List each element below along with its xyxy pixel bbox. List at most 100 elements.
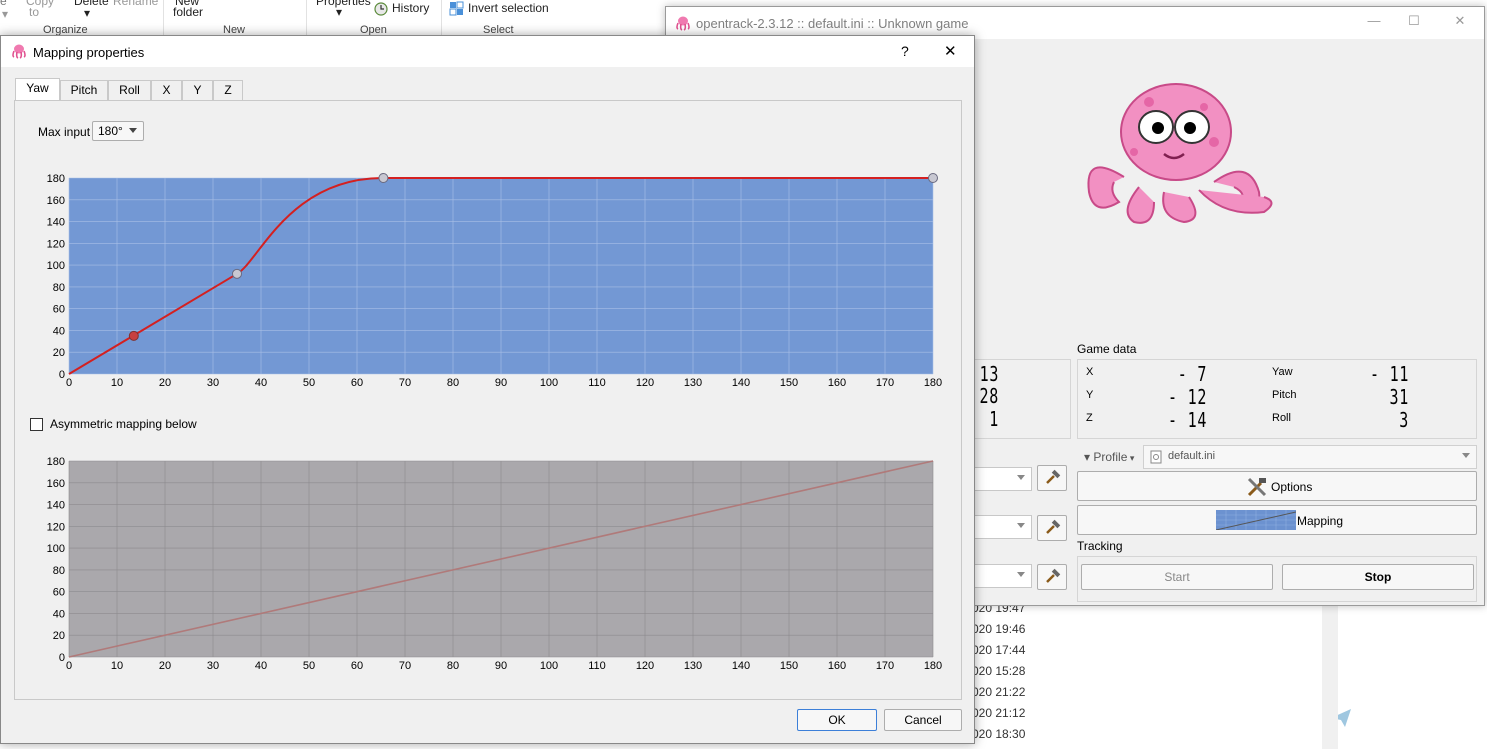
options-button[interactable]: Options bbox=[1077, 471, 1477, 501]
chevron-down-icon: ▾ bbox=[336, 5, 343, 19]
ini-file-icon bbox=[1150, 450, 1162, 464]
tab-x[interactable]: X bbox=[151, 80, 182, 100]
chevron-down-icon bbox=[1462, 453, 1470, 458]
octopus-app-icon bbox=[12, 44, 26, 59]
y-tick-label: 20 bbox=[53, 630, 65, 642]
protocol-combo[interactable] bbox=[974, 564, 1032, 588]
x-tick-label: 90 bbox=[495, 377, 507, 389]
history-button[interactable]: History bbox=[392, 1, 429, 15]
control-point bbox=[378, 173, 389, 183]
x-tick-label: 10 bbox=[111, 377, 123, 389]
properties-button[interactable]: Properties bbox=[316, 0, 371, 8]
explorer-scrollbar[interactable] bbox=[1322, 600, 1338, 749]
asymmetric-mapping-chart[interactable]: 0 10 20 30 40 50 60 70 80 90 100 110 120 130 140 150 160… bbox=[31, 444, 951, 684]
x-tick-label: 40 bbox=[255, 660, 267, 672]
new-folder-button-line2[interactable]: folder bbox=[173, 5, 203, 19]
dialog-titlebar: Mapping properties ? ✕ bbox=[1, 36, 974, 67]
delete-button[interactable]: Delete bbox=[74, 0, 109, 8]
x-tick-label: 50 bbox=[303, 660, 315, 672]
game-data-label-x: X bbox=[1086, 366, 1094, 378]
x-tick-label: 20 bbox=[159, 377, 171, 389]
cancel-button[interactable]: Cancel bbox=[884, 709, 962, 731]
copy-to-button-line2[interactable]: to bbox=[29, 5, 39, 19]
x-tick-label: 150 bbox=[780, 377, 798, 389]
x-tick-label: 160 bbox=[828, 377, 846, 389]
game-data-value-x: - 7 bbox=[1177, 362, 1207, 386]
ok-button[interactable]: OK bbox=[797, 709, 877, 731]
chevron-down-icon: ▾ bbox=[1127, 453, 1135, 463]
rename-button[interactable]: Rename bbox=[113, 0, 158, 8]
profile-label: Profile bbox=[1093, 450, 1128, 464]
chevron-down-icon bbox=[1017, 475, 1025, 480]
tracker-settings-button[interactable] bbox=[1037, 465, 1067, 491]
y-tick-label: 120 bbox=[47, 521, 65, 533]
list-item-date: 020 17:44 bbox=[972, 643, 1026, 657]
y-tick-label: 0 bbox=[59, 652, 65, 664]
x-tick-label: 140 bbox=[732, 377, 750, 389]
list-item-date: 020 19:46 bbox=[972, 622, 1026, 636]
list-item-date: 020 15:28 bbox=[972, 664, 1026, 678]
x-tick-label: 100 bbox=[540, 377, 558, 389]
window-title: opentrack-2.3.12 :: default.ini :: Unkno… bbox=[696, 16, 969, 31]
asymmetric-mapping-label: Asymmetric mapping below bbox=[50, 417, 197, 431]
game-data-title: Game data bbox=[1077, 342, 1137, 356]
y-tick-label: 60 bbox=[53, 587, 65, 599]
x-tick-label: 50 bbox=[303, 377, 315, 389]
live-position-point bbox=[128, 330, 139, 341]
close-button[interactable]: ✕ bbox=[944, 42, 957, 60]
chevron-down-icon bbox=[129, 128, 137, 133]
tab-roll[interactable]: Roll bbox=[108, 80, 151, 100]
max-input-value: 180° bbox=[98, 124, 123, 138]
explorer-ribbon: e ▾ Copy to Delete Rename ▾ New folder P… bbox=[0, 0, 665, 39]
profile-combo[interactable]: default.ini bbox=[1143, 445, 1477, 469]
maximize-button[interactable]: ☐ bbox=[1394, 13, 1434, 29]
x-tick-label: 70 bbox=[399, 660, 411, 672]
y-tick-label: 180 bbox=[47, 456, 65, 468]
asymmetric-mapping-checkbox[interactable] bbox=[30, 418, 43, 431]
filter-combo[interactable] bbox=[974, 515, 1032, 539]
max-input-combo[interactable]: 180° bbox=[92, 121, 144, 141]
game-data-value-yaw: - 11 bbox=[1369, 362, 1409, 386]
x-tick-label: 90 bbox=[495, 660, 507, 672]
start-button[interactable]: Start bbox=[1081, 564, 1273, 590]
list-item-date: 020 21:22 bbox=[972, 685, 1026, 699]
tab-z[interactable]: Z bbox=[213, 80, 243, 100]
tracker-combo[interactable] bbox=[974, 467, 1032, 491]
ribbon-separator bbox=[441, 0, 442, 38]
options-label: Options bbox=[1271, 480, 1313, 494]
tab-pitch[interactable]: Pitch bbox=[60, 80, 108, 100]
x-tick-label: 70 bbox=[399, 377, 411, 389]
x-tick-label: 150 bbox=[780, 660, 798, 672]
mapping-label: Mapping bbox=[1297, 514, 1344, 528]
y-tick-label: 0 bbox=[59, 369, 65, 381]
close-button[interactable]: ✕ bbox=[1440, 13, 1480, 29]
profile-value: default.ini bbox=[1168, 450, 1216, 462]
y-tick-label: 100 bbox=[47, 260, 65, 272]
mapping-button[interactable]: Mapping bbox=[1077, 505, 1477, 535]
game-data-value-y: - 12 bbox=[1167, 385, 1207, 409]
y-tick-label: 40 bbox=[53, 608, 65, 620]
protocol-settings-button[interactable] bbox=[1037, 564, 1067, 590]
game-data-value-z: - 14 bbox=[1167, 408, 1207, 432]
game-data-label-yaw: Yaw bbox=[1272, 366, 1293, 378]
invert-selection-button[interactable]: Invert selection bbox=[468, 1, 549, 15]
x-tick-label: 110 bbox=[588, 660, 606, 672]
octopus-app-icon bbox=[676, 16, 690, 31]
tab-yaw[interactable]: Yaw bbox=[15, 78, 60, 101]
ribbon-separator bbox=[306, 0, 307, 38]
stop-button[interactable]: Stop bbox=[1282, 564, 1474, 590]
hammer-icon bbox=[1046, 469, 1061, 484]
tab-y[interactable]: Y bbox=[182, 80, 213, 100]
yaw-mapping-chart[interactable]: 0 10 20 30 40 50 60 70 80 90 100 110 120 130 140 150 160… bbox=[31, 161, 951, 401]
octopus-logo-icon bbox=[1087, 83, 1273, 224]
invert-selection-icon bbox=[449, 1, 464, 16]
profile-menu-button[interactable]: ▾ Profile ▾ bbox=[1084, 450, 1134, 464]
help-button[interactable]: ? bbox=[901, 43, 909, 59]
x-tick-label: 100 bbox=[540, 660, 558, 672]
chevron-down-icon: ▾ bbox=[1084, 450, 1094, 464]
x-tick-label: 20 bbox=[159, 660, 171, 672]
minimize-button[interactable]: — bbox=[1354, 13, 1394, 28]
x-tick-label: 110 bbox=[588, 377, 606, 389]
filter-settings-button[interactable] bbox=[1037, 515, 1067, 541]
list-item-date: 020 18:30 bbox=[972, 727, 1026, 741]
